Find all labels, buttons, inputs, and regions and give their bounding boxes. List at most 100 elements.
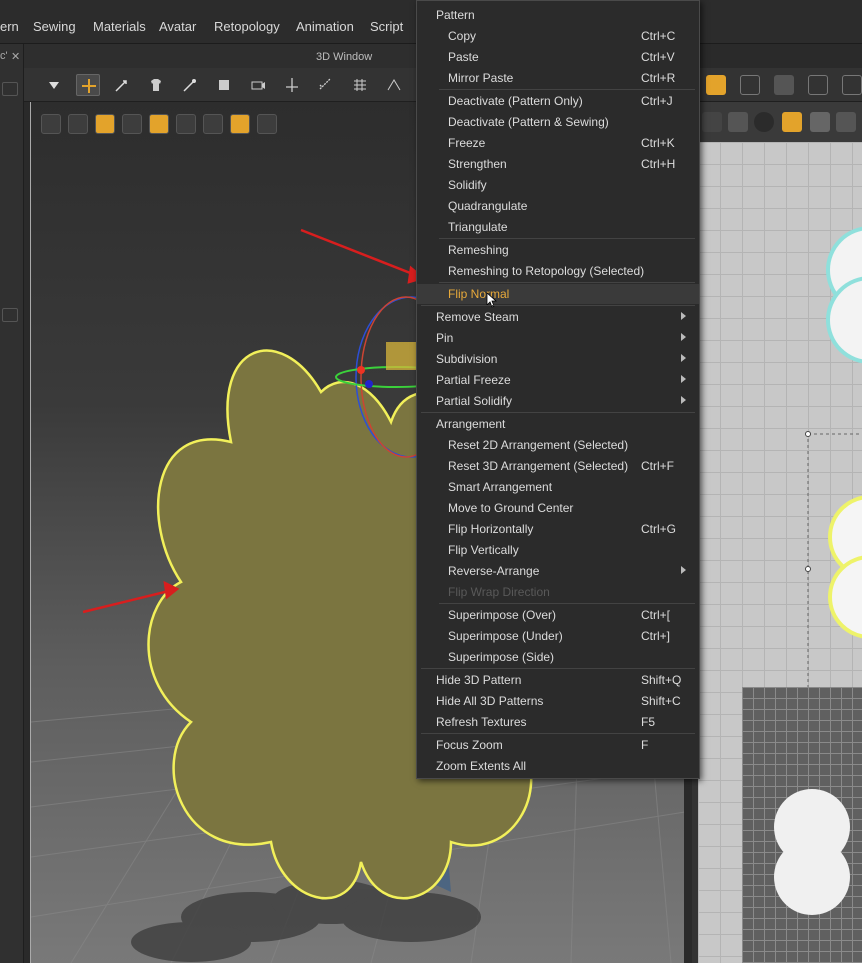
menu-item-superimpose-under[interactable]: Superimpose (Under) Ctrl+] [417,626,699,646]
show-avatar-icon[interactable] [41,114,61,134]
menu-separator [439,282,695,283]
camera-icon[interactable] [246,74,270,96]
menu-item-triangulate[interactable]: Triangulate [417,217,699,237]
pin-icon[interactable] [178,74,202,96]
menu-item-copy[interactable]: Copy Ctrl+C [417,26,699,46]
menu-section-pattern: Pattern [417,5,699,25]
transform-icon[interactable] [280,74,304,96]
menu-item-refresh-textures[interactable]: Refresh Textures F5 [417,712,699,732]
menu-item-paste[interactable]: Paste Ctrl+V [417,47,699,67]
thickness-icon[interactable] [176,114,196,134]
menu-item-reverse-arrange[interactable]: Reverse-Arrange [417,561,699,581]
menu-item-superimpose-side[interactable]: Superimpose (Side) [417,647,699,667]
menu-item-mirror-paste[interactable]: Mirror Paste Ctrl+R [417,68,699,88]
simulate-icon[interactable] [42,74,66,96]
item-label: Hide 3D Pattern [436,673,522,687]
menu-animation[interactable]: Animation [296,19,354,34]
menu-item-superimpose-over[interactable]: Superimpose (Over) Ctrl+[ [417,605,699,625]
item-label: Solidify [448,178,487,192]
polygon-icon[interactable] [774,75,794,95]
list-icon[interactable] [2,308,18,322]
dock-tab-label[interactable]: c' [0,50,8,62]
show-skeleton-icon[interactable] [122,114,142,134]
menu-item-strengthen[interactable]: Strengthen Ctrl+H [417,154,699,174]
show-pattern-icon[interactable] [95,114,115,134]
menu-item-remeshing-retopology[interactable]: Remeshing to Retopology (Selected) [417,261,699,281]
menu-item-quadrangulate[interactable]: Quadrangulate [417,196,699,216]
rectangle-icon[interactable] [808,75,828,95]
select-mesh-icon[interactable] [110,74,134,96]
menu-item-move-to-ground-center[interactable]: Move to Ground Center [417,498,699,518]
dock-tab-close-icon[interactable]: ✕ [11,50,20,63]
show-mannequin-icon[interactable] [203,114,223,134]
menu-item-flip-horizontally[interactable]: Flip Horizontally Ctrl+G [417,519,699,539]
item-label: Flip Normal [448,287,510,301]
item-shortcut: Ctrl+[ [641,608,671,622]
refresh-icon[interactable] [2,82,18,96]
left-dock: c' ✕ [0,44,24,963]
transform-pattern-icon[interactable] [740,75,760,95]
environment-icon[interactable] [230,114,250,134]
avatar-garment-icon[interactable] [212,74,236,96]
item-label: Deactivate (Pattern & Sewing) [448,115,609,129]
pattern-2d-selected [828,495,862,639]
menu-item-flip-normal[interactable]: Flip Normal [417,284,699,308]
menu-item-hide-3d-pattern[interactable]: Hide 3D Pattern Shift+Q [417,670,699,690]
toolbar-2d [696,68,862,102]
menu-item-subdivision[interactable]: Subdivision [417,349,699,369]
menu-item-smart-arrangement[interactable]: Smart Arrangement [417,477,699,497]
item-label: Partial Freeze [436,373,511,387]
submenu-arrow-icon [681,396,686,404]
item-label: Remove Steam [436,310,519,324]
menu-item-focus-zoom[interactable]: Focus Zoom F [417,735,699,755]
mannequin-2d-icon[interactable] [810,112,830,132]
menu-item-flip-vertically[interactable]: Flip Vertically [417,540,699,560]
edit-pattern-icon[interactable] [706,75,726,95]
menu-item-deactivate-pattern-sewing[interactable]: Deactivate (Pattern & Sewing) [417,112,699,132]
menu-script[interactable]: Script [370,19,403,34]
export-2d-icon[interactable] [836,112,856,132]
menu-item-hide-all-3d-patterns[interactable]: Hide All 3D Patterns Shift+C [417,691,699,711]
menu-item-partial-solidify[interactable]: Partial Solidify [417,391,699,411]
menu-item-reset-2d-arrangement[interactable]: Reset 2D Arrangement (Selected) [417,435,699,455]
menu-item-reset-3d-arrangement[interactable]: Reset 3D Arrangement (Selected) Ctrl+F [417,456,699,476]
menu-item-freeze[interactable]: Freeze Ctrl+K [417,133,699,153]
item-label: Flip Vertically [448,543,519,557]
item-shortcut: F5 [641,715,656,729]
ruler-icon[interactable] [702,112,722,132]
fold-icon[interactable] [382,74,406,96]
item-label: Flip Wrap Direction [448,585,550,599]
menu-item-remove-steam[interactable]: Remove Steam [417,307,699,327]
item-label: Hide All 3D Patterns [436,694,544,708]
menu-retopology[interactable]: Retopology [214,19,280,34]
menu-sewing[interactable]: Sewing [33,19,76,34]
item-label: Focus Zoom [436,738,503,752]
menu-materials[interactable]: Materials [93,19,146,34]
window-3d-title: 3D Window [316,51,373,63]
garment-icon[interactable] [144,74,168,96]
menu-avatar[interactable]: Avatar [159,19,196,34]
move-tool-icon[interactable] [76,74,100,96]
item-label: Reset 3D Arrangement (Selected) [448,459,629,473]
show-garment-icon[interactable] [68,114,88,134]
menu-item-deactivate-pattern-only[interactable]: Deactivate (Pattern Only) Ctrl+J [417,91,699,111]
pattern-texture-icon[interactable] [782,112,802,132]
grid-tool-icon[interactable] [348,74,372,96]
export-icon[interactable] [257,114,277,134]
window-2d[interactable] [692,142,862,963]
menu-item-pin[interactable]: Pin [417,328,699,348]
app-window: ern Sewing Materials Avatar Retopology A… [0,0,862,963]
item-label: Pin [436,331,454,345]
measure-icon[interactable] [314,74,338,96]
item-label: Superimpose (Under) [448,629,563,643]
info-icon[interactable] [754,112,774,132]
item-shortcut: Shift+C [641,694,681,708]
menu-pattern[interactable]: ern [0,19,19,34]
menu-item-remeshing[interactable]: Remeshing [417,240,699,260]
texture-icon[interactable] [149,114,169,134]
shirt-icon[interactable] [728,112,748,132]
menu-item-solidify[interactable]: Solidify [417,175,699,195]
menu-item-zoom-extents-all[interactable]: Zoom Extents All [417,756,699,776]
menu-item-partial-freeze[interactable]: Partial Freeze [417,370,699,390]
internal-shape-icon[interactable] [842,75,862,95]
